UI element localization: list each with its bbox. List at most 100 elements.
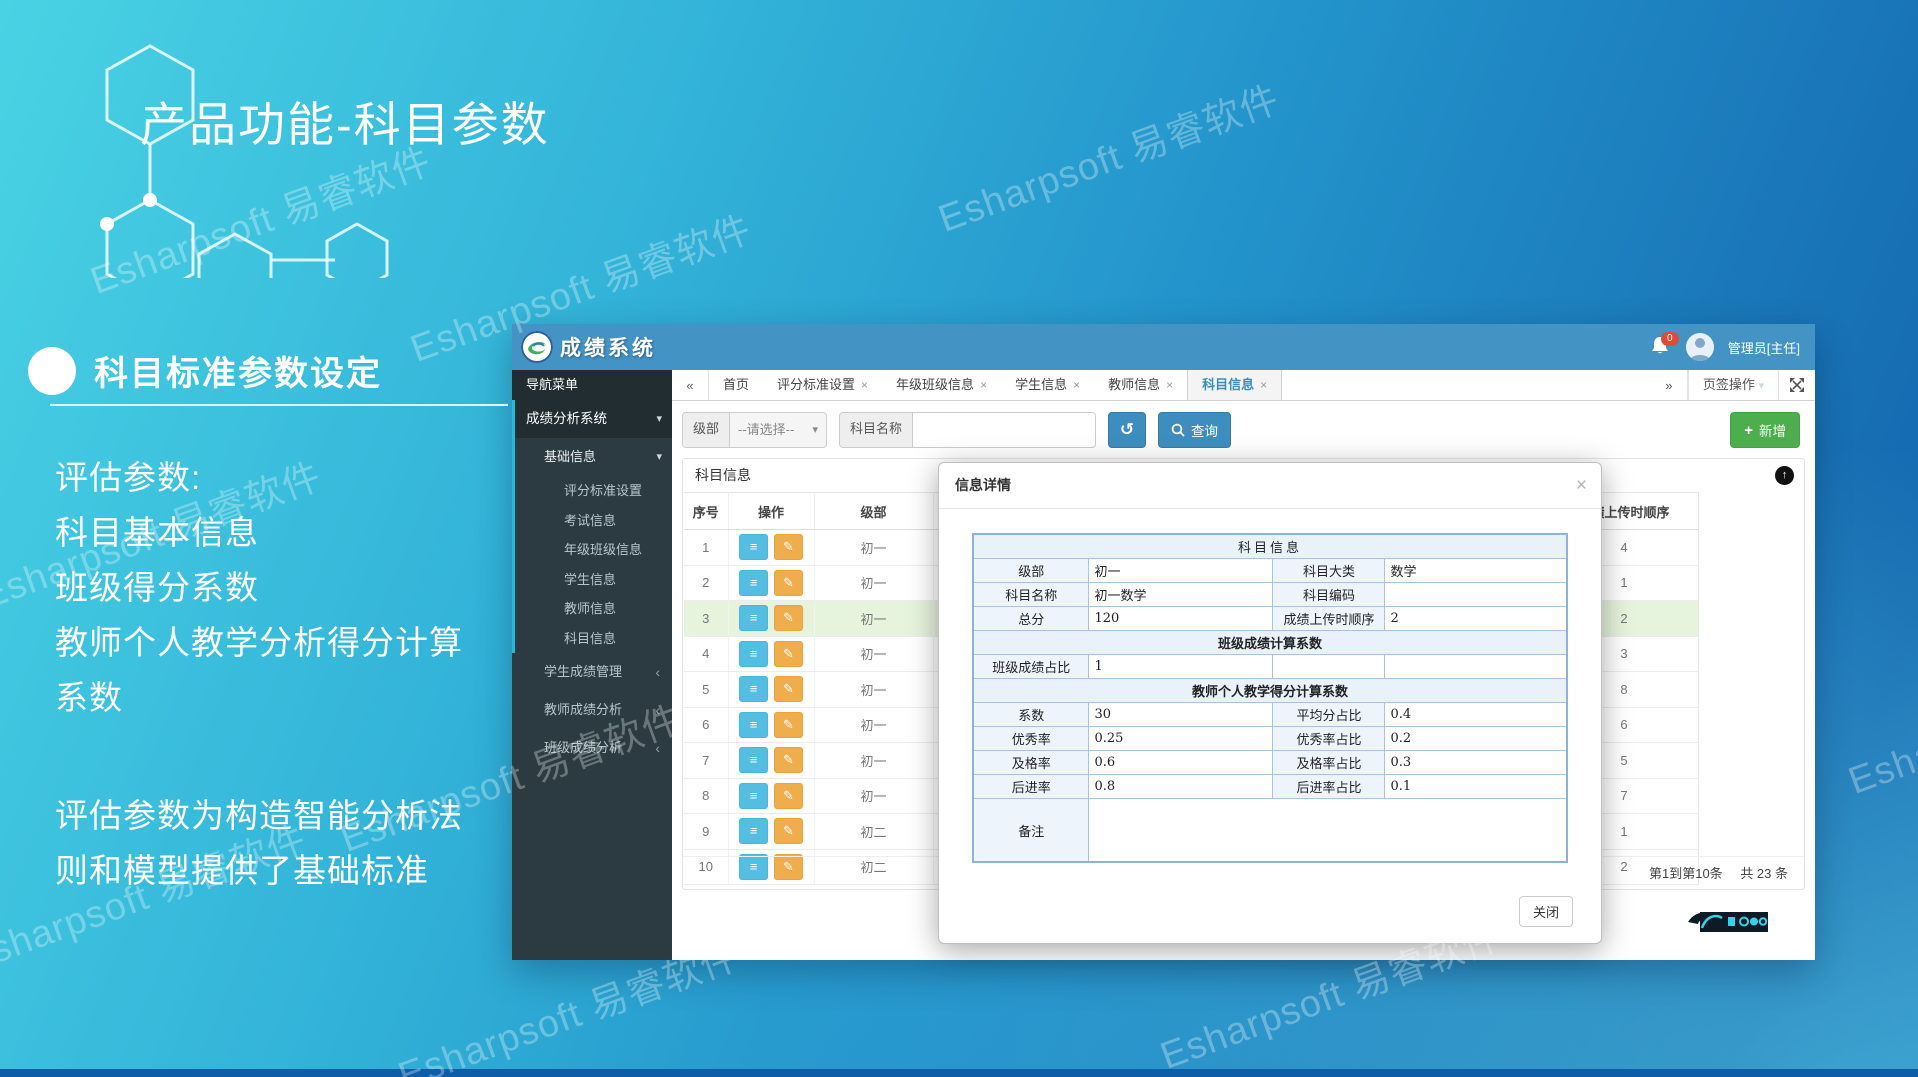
edit-button[interactable]: ✎ xyxy=(774,747,803,773)
slide-title: 产品功能-科目参数 xyxy=(140,86,550,155)
tab[interactable]: 教师信息× xyxy=(1094,370,1187,400)
grade-label: 级部 xyxy=(683,413,730,447)
detail-remark-row: 备注 xyxy=(973,799,1567,863)
pagination-total: 共 23 条 xyxy=(1740,866,1788,881)
tab[interactable]: 年级班级信息× xyxy=(882,370,1001,400)
sidebar-subitem[interactable]: 教师信息 xyxy=(515,594,672,624)
sidebar-subitem[interactable]: 评分标准设置 xyxy=(515,476,672,506)
tabs-scroll-left-button[interactable]: « xyxy=(672,370,709,400)
detail-value: 120 xyxy=(1089,607,1273,631)
add-new-button[interactable]: + 新增 xyxy=(1730,412,1800,448)
grade-select[interactable]: --请选择-- ▾ xyxy=(730,413,826,447)
detail-value: 0.3 xyxy=(1385,751,1567,775)
sidebar-item-collapsed[interactable]: 班级成绩分析‹ xyxy=(512,729,672,767)
detail-section-row: 教师个人教学得分计算系数 xyxy=(973,679,1567,703)
body-line: 班级得分系数 xyxy=(55,560,463,615)
sidebar-item-collapsed[interactable]: 教师成绩分析‹ xyxy=(512,691,672,729)
view-list-button[interactable]: ≡ xyxy=(739,818,768,844)
sidebar-subitem[interactable]: 科目信息 xyxy=(515,624,672,654)
detail-value: 初一 xyxy=(1089,559,1273,583)
detail-label: 总分 xyxy=(973,607,1089,631)
filter-bar: 级部 --请选择-- ▾ 科目名称 ↺ 查询 + 新增 xyxy=(682,412,1800,446)
chevron-left-icon: ‹ xyxy=(655,691,660,729)
tab-close-icon[interactable]: × xyxy=(1260,370,1267,400)
sidebar-subitem[interactable]: 学生信息 xyxy=(515,565,672,595)
edit-button[interactable]: ✎ xyxy=(774,570,803,596)
edit-button[interactable]: ✎ xyxy=(774,534,803,560)
tab[interactable]: 评分标准设置× xyxy=(763,370,882,400)
section-underline xyxy=(50,404,508,406)
body-line: 教师个人教学分析得分计算 xyxy=(55,615,463,670)
sidebar-subitem[interactable]: 考试信息 xyxy=(515,506,672,536)
detail-field-row: 总分120成绩上传时顺序2 xyxy=(973,607,1567,631)
column-header: 序号 xyxy=(684,493,728,530)
view-list-button[interactable]: ≡ xyxy=(739,676,768,702)
tab-close-icon[interactable]: × xyxy=(861,370,868,400)
sidebar: 导航菜单 成绩分析系统 ▾ 基础信息 ▾ 评分标准设置考试信息年级班级信息学生信… xyxy=(512,370,672,960)
column-header: 级部 xyxy=(814,493,933,530)
sidebar-nav-header: 导航菜单 xyxy=(512,370,672,400)
search-button[interactable]: 查询 xyxy=(1158,412,1231,448)
presentation-slide: Esharpsoft 易睿软件 Esharpsoft 易睿软件 Esharpso… xyxy=(0,0,1918,1077)
detail-value: 30 xyxy=(1089,703,1273,727)
reset-button[interactable]: ↺ xyxy=(1108,412,1146,448)
detail-label: 成绩上传时顺序 xyxy=(1273,607,1385,631)
view-list-button[interactable]: ≡ xyxy=(739,783,768,809)
tab-bar: « 首页评分标准设置×年级班级信息×学生信息×教师信息×科目信息× » 页签操作… xyxy=(672,370,1815,401)
edit-button[interactable]: ✎ xyxy=(774,783,803,809)
panel-collapse-button[interactable]: ↑ xyxy=(1775,466,1794,485)
tab-close-icon[interactable]: × xyxy=(1073,370,1080,400)
detail-value: 0.2 xyxy=(1385,727,1567,751)
edit-button[interactable]: ✎ xyxy=(774,641,803,667)
detail-value xyxy=(1385,655,1567,679)
edit-button[interactable]: ✎ xyxy=(774,818,803,844)
detail-field-row: 科目名称初一数学科目编码 xyxy=(973,583,1567,607)
detail-value: 2 xyxy=(1385,607,1567,631)
subject-name-label: 科目名称 xyxy=(840,413,913,447)
body-line: 评估参数为构造智能分析法 xyxy=(55,788,463,843)
edit-button[interactable]: ✎ xyxy=(774,605,803,631)
pagination-range: 第1到第10条 xyxy=(1649,866,1723,881)
detail-title-row: 科目信息 xyxy=(973,534,1567,559)
expand-arrows-icon xyxy=(1790,378,1804,392)
chevron-down-icon: ▾ xyxy=(1758,380,1764,392)
body-line: 系数 xyxy=(55,670,463,725)
view-list-button[interactable]: ≡ xyxy=(739,570,768,596)
detail-label: 平均分占比 xyxy=(1273,703,1385,727)
detail-value xyxy=(1273,655,1385,679)
user-menu[interactable]: 管理员[主任] xyxy=(1728,338,1800,357)
chevron-down-icon: ▾ xyxy=(656,400,662,438)
edit-button[interactable]: ✎ xyxy=(774,712,803,738)
subject-name-input[interactable] xyxy=(913,413,1095,447)
view-list-button[interactable]: ≡ xyxy=(739,534,768,560)
avatar[interactable] xyxy=(1686,333,1714,361)
tab[interactable]: 科目信息× xyxy=(1187,370,1282,400)
sidebar-item-score-analysis-system[interactable]: 成绩分析系统 ▾ xyxy=(515,400,672,438)
fullscreen-button[interactable] xyxy=(1778,370,1815,400)
modal-close-icon[interactable]: × xyxy=(1576,463,1587,508)
tab[interactable]: 学生信息× xyxy=(1001,370,1094,400)
footer-logo xyxy=(1686,908,1770,934)
edit-button[interactable]: ✎ xyxy=(774,676,803,702)
view-list-button[interactable]: ≡ xyxy=(739,641,768,667)
sidebar-item-collapsed[interactable]: 学生成绩管理‹ xyxy=(512,653,672,691)
detail-field-row: 班级成绩占比1 xyxy=(973,655,1567,679)
tab[interactable]: 首页 xyxy=(709,370,763,400)
subject-detail-table: 科目信息级部初一科目大类数学科目名称初一数学科目编码总分120成绩上传时顺序2班… xyxy=(972,533,1568,863)
tabs-scroll-right-button[interactable]: » xyxy=(1651,370,1688,400)
detail-section-row: 班级成绩计算系数 xyxy=(973,631,1567,655)
detail-label: 优秀率 xyxy=(973,727,1089,751)
tab-close-icon[interactable]: × xyxy=(980,370,987,400)
modal-close-button[interactable]: 关闭 xyxy=(1519,896,1573,927)
detail-label: 后进率 xyxy=(973,775,1089,799)
modal-title: 信息详情 xyxy=(955,477,1011,493)
sidebar-item-basic-info[interactable]: 基础信息 ▾ xyxy=(515,438,672,476)
view-list-button[interactable]: ≡ xyxy=(739,712,768,738)
sidebar-subitem[interactable]: 年级班级信息 xyxy=(515,535,672,565)
detail-value: 0.6 xyxy=(1089,751,1273,775)
tab-close-icon[interactable]: × xyxy=(1166,370,1173,400)
tab-operations-dropdown[interactable]: 页签操作 ▾ xyxy=(1688,370,1778,400)
notifications-button[interactable]: 0 xyxy=(1650,335,1672,359)
view-list-button[interactable]: ≡ xyxy=(739,605,768,631)
view-list-button[interactable]: ≡ xyxy=(739,747,768,773)
